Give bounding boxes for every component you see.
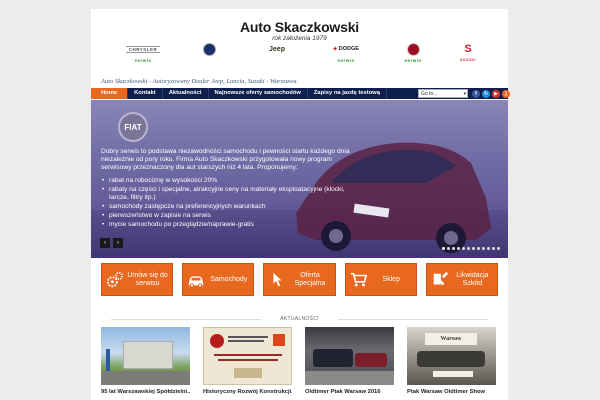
tagline: Auto Skaczkowski - Autoryzowany Dealer J… [101, 78, 299, 85]
tile-label: Likwidacja Szkód [456, 272, 489, 287]
gears-icon [106, 271, 124, 287]
logo-chrysler[interactable]: CHRYSLER serwis [118, 42, 168, 63]
tile-likwidacja-szkod[interactable]: Likwidacja Szkód [425, 263, 499, 296]
tile-label: Umów się do serwisu [127, 272, 168, 287]
tile-umow-serwis[interactable]: Umów się do serwisu [101, 263, 174, 296]
offer-item: mycie samochodu po przeglądzie/naprawie-… [101, 221, 351, 229]
logo-suzuki[interactable]: S SUZUKI [443, 42, 493, 62]
nav-aktualnosci[interactable]: Aktualności [163, 88, 209, 99]
site-subtitle: rok założenia 1979 [272, 35, 327, 42]
slider-intro: Dobry serwis to podstawa niezawodności s… [101, 148, 350, 171]
quick-links: Umów się do serwisu Samochody Oferta Spe… [101, 263, 499, 296]
brand-logos: CHRYSLER serwis Jeep ◈ DODGE serwis serw… [91, 42, 508, 72]
news-thumbnail[interactable] [305, 327, 394, 385]
slider-dot[interactable] [477, 247, 480, 250]
news-card[interactable]: Historyczny Rozwój Konstrukcji... [203, 327, 292, 395]
slider-dots [442, 247, 500, 250]
logo-jeep[interactable]: Jeep [252, 42, 302, 58]
brand[interactable]: Auto Skaczkowski rok założenia 1979 [91, 19, 508, 42]
goto-select[interactable]: Go to... [418, 89, 468, 98]
rss-icon[interactable]: ) [502, 89, 510, 98]
slider-dot[interactable] [482, 247, 485, 250]
slider-dot[interactable] [442, 247, 445, 250]
news-thumbnail[interactable] [203, 327, 292, 385]
tile-sklep[interactable]: Sklep [344, 263, 417, 296]
news-card[interactable]: Warsaw Ptak Warsaw Oldtimer Show [407, 327, 496, 395]
slider-dot[interactable] [447, 247, 450, 250]
news-card[interactable]: 95 lat Warszawskiej Spółdzielni... [101, 327, 190, 395]
slider-caption: Dobry serwis to podstawa niezawodności s… [101, 148, 351, 230]
dodge-ram-icon: ◈ [333, 46, 338, 52]
slider-dot[interactable] [472, 247, 475, 250]
nav-home[interactable]: Home [91, 88, 129, 99]
offer-item: samochody zastępcze na preferencyjnych w… [101, 203, 351, 211]
nav-oferty[interactable]: Najnowsze oferty samochodów [209, 88, 308, 99]
slider-next-button[interactable]: › [113, 238, 123, 248]
main-nav: Home Kontakt Aktualności Najnowsze ofert… [91, 88, 510, 99]
tile-label: Samochody [210, 275, 248, 283]
news-title[interactable]: Ptak Warsaw Oldtimer Show [407, 389, 496, 395]
facebook-icon[interactable]: f [472, 89, 480, 98]
offer-item: rabaty na części i specjalne, atrakcyjne… [101, 186, 351, 202]
fiat-badge-icon [406, 42, 420, 56]
slider-offer-list: rabat na robociznę w wysokości 20% rabat… [101, 177, 351, 229]
car-icon [189, 275, 204, 287]
slider-dot[interactable] [457, 247, 460, 250]
youtube-icon[interactable]: ▶ [492, 89, 500, 98]
offer-item: rabat na robociznę w wysokości 20% [101, 177, 351, 185]
slider-dot[interactable] [487, 247, 490, 250]
share-icon[interactable]: ↻ [482, 89, 490, 98]
slider-prev-button[interactable]: ‹ [100, 238, 110, 248]
news-thumbnail[interactable] [101, 327, 190, 385]
nav-kontakt[interactable]: Kontakt [128, 88, 163, 99]
news-title[interactable]: Oldtimer Ptak Warsaw 2016 [305, 389, 394, 395]
slider-dot[interactable] [462, 247, 465, 250]
news-section-title: AKTUALNOŚCI [91, 316, 508, 322]
hero-slider[interactable]: FIAT Dobry serwis to podstawa niezawodno… [91, 100, 508, 258]
lancia-badge-icon [202, 42, 216, 56]
tile-oferta-specjalna[interactable]: Oferta Specjalna [263, 263, 336, 296]
tile-label: Oferta Specjalna [294, 272, 326, 287]
page: Auto Skaczkowski rok założenia 1979 CHRY… [91, 9, 510, 400]
slider-dot[interactable] [467, 247, 470, 250]
site-title[interactable]: Auto Skaczkowski [91, 19, 508, 35]
news-card[interactable]: Oldtimer Ptak Warsaw 2016 [305, 327, 394, 395]
cart-icon [350, 272, 367, 286]
suzuki-s-icon: S [464, 43, 472, 55]
news-list: 95 lat Warszawskiej Spółdzielni... Histo… [101, 327, 498, 395]
tile-samochody[interactable]: Samochody [182, 263, 255, 296]
repair-icon [433, 271, 448, 285]
pointer-icon [273, 272, 282, 286]
news-title[interactable]: Historyczny Rozwój Konstrukcji... [203, 389, 292, 395]
offer-item: pierwszeństwo w zapisie na serwis [101, 212, 351, 220]
logo-dodge[interactable]: ◈ DODGE serwis [321, 42, 371, 63]
nav-jazda-testowa[interactable]: Zapisy na jazdę testową [308, 88, 387, 99]
logo-fiat[interactable]: serwis [388, 42, 438, 63]
slider-dot[interactable] [452, 247, 455, 250]
news-thumbnail[interactable]: Warsaw [407, 327, 496, 385]
tile-label: Sklep [382, 275, 400, 283]
news-title[interactable]: 95 lat Warszawskiej Spółdzielni... [101, 389, 190, 395]
fiat-slide-badge: FIAT [118, 112, 148, 142]
slider-dot[interactable] [497, 247, 500, 250]
slider-dot[interactable] [492, 247, 495, 250]
logo-lancia[interactable] [184, 42, 234, 58]
